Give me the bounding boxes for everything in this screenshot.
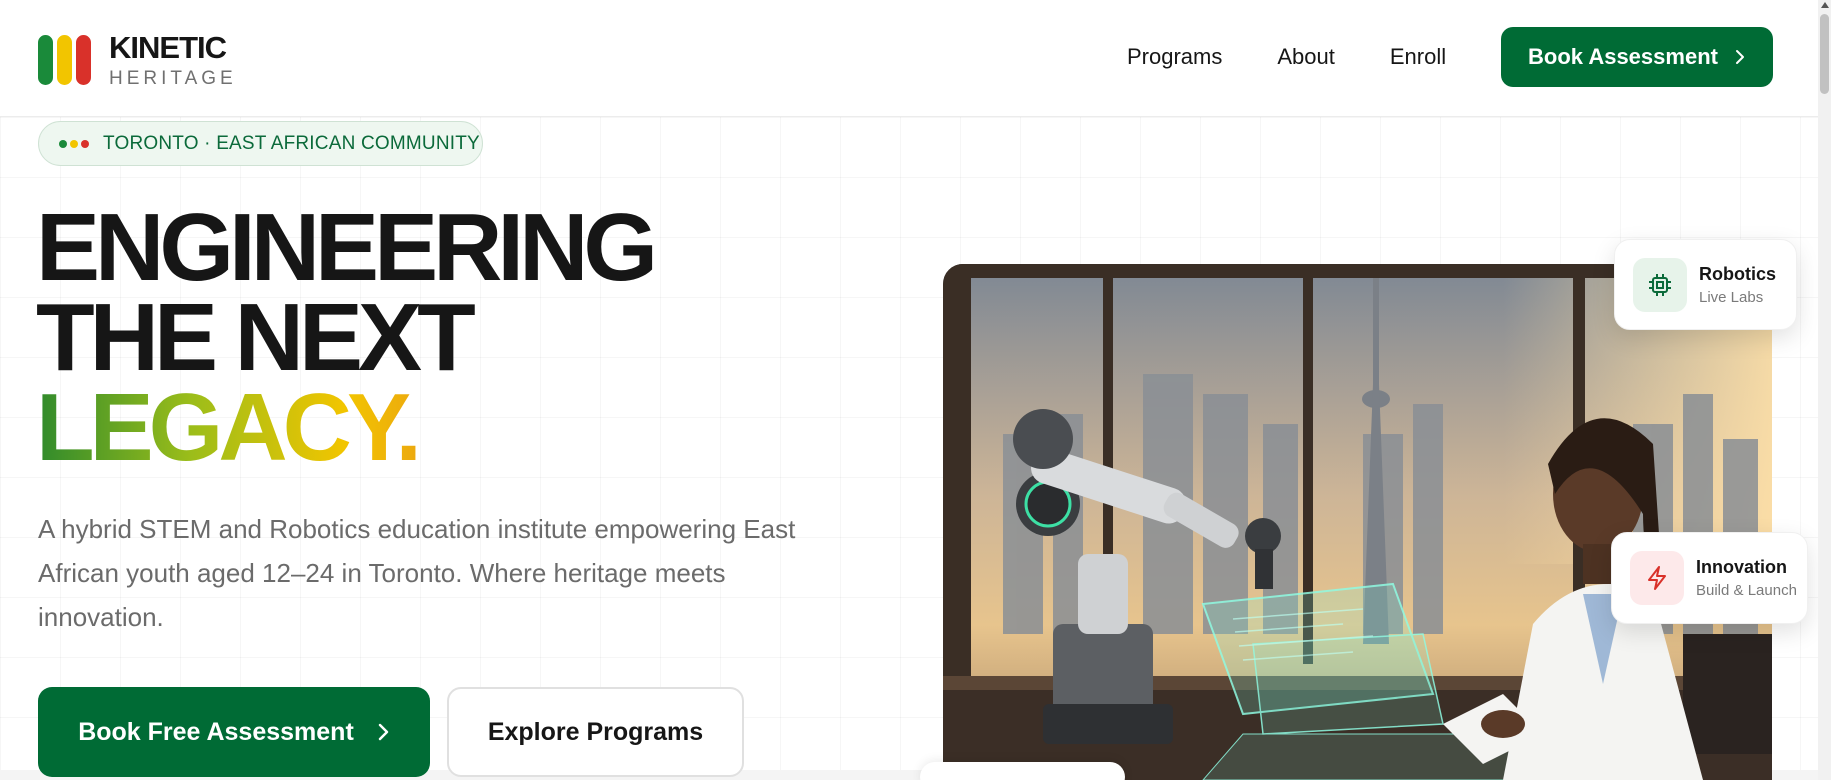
- scrollbar-thumb[interactable]: [1820, 14, 1829, 94]
- location-badge: TORONTO · EAST AFRICAN COMMUNITY: [38, 121, 483, 166]
- logo-bar-green: [38, 35, 53, 85]
- logo-bar-yellow: [57, 35, 72, 85]
- headline-line-1: ENGINEERING: [36, 194, 658, 301]
- nav-link-programs[interactable]: Programs: [1127, 44, 1222, 70]
- brand-subtitle: HERITAGE: [109, 68, 237, 89]
- badge-dots: [59, 139, 89, 148]
- robotics-lab-illustration: [943, 264, 1772, 780]
- badge-dot-yellow: [70, 139, 78, 148]
- logo-wordmark: KINETIC HERITAGE: [109, 32, 237, 88]
- robotics-card-text: Robotics Live Labs: [1699, 264, 1776, 306]
- innovation-card-title: Innovation: [1696, 557, 1787, 577]
- scroll-up-arrow-icon[interactable]: [1821, 2, 1829, 8]
- headline-line-2: THE NEXT: [36, 284, 476, 391]
- chevron-right-icon: [378, 723, 388, 741]
- site-header: KINETIC HERITAGE Programs About Enroll B…: [0, 0, 1831, 117]
- innovation-card[interactable]: Innovation Build & Launch: [1611, 532, 1808, 624]
- main-nav: Programs About Enroll: [1127, 44, 1446, 70]
- book-assessment-button[interactable]: Book Assessment: [1501, 27, 1773, 87]
- brand-logo[interactable]: KINETIC HERITAGE: [38, 32, 237, 88]
- nav-link-about[interactable]: About: [1277, 44, 1335, 70]
- cpu-chip-icon: [1633, 257, 1687, 312]
- hero-image: [943, 264, 1772, 780]
- floating-pill: [920, 762, 1125, 780]
- book-free-assessment-button[interactable]: Book Free Assessment: [38, 687, 430, 777]
- robotics-card-title: Robotics: [1699, 263, 1777, 284]
- innovation-card-subtitle: Build & Launch: [1696, 582, 1797, 599]
- headline-line-3: LEGACY.: [36, 380, 653, 476]
- nav-link-enroll[interactable]: Enroll: [1390, 44, 1446, 70]
- page-scrollbar[interactable]: [1818, 0, 1831, 780]
- book-assessment-label: Book Assessment: [1528, 44, 1718, 69]
- lightning-bolt-icon: [1630, 551, 1684, 605]
- badge-text: TORONTO · EAST AFRICAN COMMUNITY: [103, 132, 480, 154]
- hero-description: A hybrid STEM and Robotics education ins…: [38, 514, 796, 632]
- chevron-right-icon: [1735, 50, 1744, 64]
- robotics-card[interactable]: Robotics Live Labs: [1614, 239, 1797, 330]
- badge-dot-red: [81, 139, 89, 148]
- brand-name: KINETIC: [109, 30, 227, 65]
- logo-bar-red: [76, 35, 91, 85]
- explore-programs-button[interactable]: Explore Programs: [447, 687, 744, 777]
- hero-headline: ENGINEERING THE NEXT LEGACY.: [36, 194, 658, 476]
- badge-dot-green: [59, 139, 67, 148]
- book-free-assessment-label: Book Free Assessment: [78, 717, 354, 746]
- robotics-card-subtitle: Live Labs: [1699, 288, 1764, 306]
- logo-mark: [38, 35, 91, 85]
- innovation-card-text: Innovation Build & Launch: [1696, 557, 1797, 599]
